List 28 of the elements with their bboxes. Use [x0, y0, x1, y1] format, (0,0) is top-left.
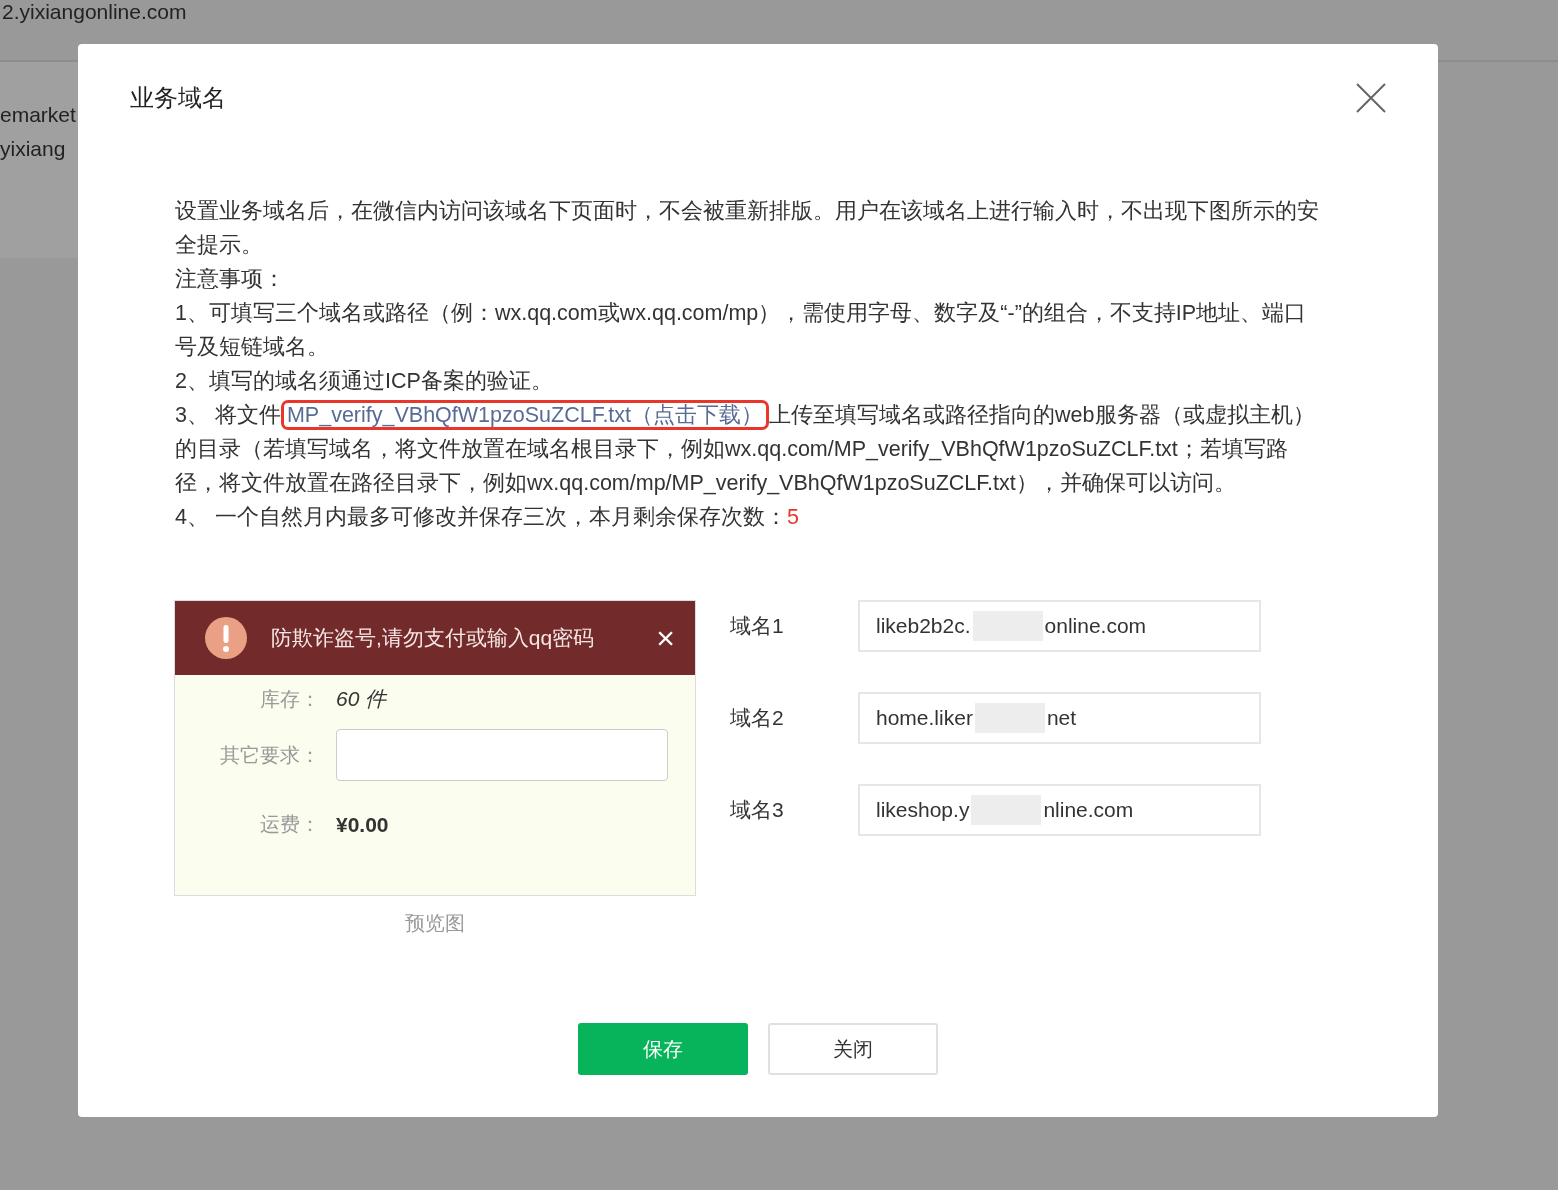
warning-icon	[205, 617, 247, 659]
dialog-title: 业务域名	[130, 83, 226, 113]
domain-label: 域名2	[730, 705, 785, 731]
close-icon: ×	[656, 619, 675, 657]
domain-input[interactable]: home.liker net	[858, 692, 1261, 744]
close-icon[interactable]	[1356, 83, 1386, 113]
field-label: 运费：	[259, 812, 320, 837]
page-url-text: 2.yixiangonline.com	[2, 0, 187, 24]
note-text: 2、填写的域名须通过ICP备案的验证。	[175, 368, 554, 395]
shipping-value: ¥0.00	[336, 812, 389, 837]
preview-caption: 预览图	[405, 911, 465, 936]
intro-text: 设置业务域名后，在微信内访问该域名下页面时，不会被重新排版。用户在该域名上进行输入时，不出现下图所示的安全提示。	[175, 198, 1320, 259]
download-link[interactable]: MP_verify_VBhQfW1pzoSuZCLF.txt（点击下载）	[280, 400, 770, 430]
note-text: 1、可填写三个域名或路径（例：wx.qq.com或wx.qq.com/mp），需使用字母、数字及“-”的组合，不支持IP地址、端口号及短链域名。	[175, 300, 1308, 361]
domain-input[interactable]: likeb2b2c. online.com	[858, 600, 1261, 652]
notes-heading: 注意事项：	[175, 266, 286, 293]
note-text: 4、 一个自然月内最多可修改并保存三次，本月剩余保存次数：5	[175, 504, 800, 531]
warning-text: 防欺诈盗号,请勿支付或输入qq密码	[271, 625, 596, 651]
field-label: 库存：	[259, 686, 320, 712]
domain-label: 域名1	[730, 613, 785, 639]
field-label: 其它要求：	[219, 742, 320, 768]
page-text: emarket	[0, 102, 77, 128]
close-button[interactable]: 关闭	[768, 1023, 938, 1075]
stock-value: 60 件	[336, 686, 387, 712]
domain-label: 域名3	[730, 797, 785, 823]
page-text: yixiang	[0, 136, 67, 162]
note-text: 3、 将文件 MP_verify_VBhQfW1pzoSuZCLF.txt（点击下载） 上传至填写域名或路径指向的web服务器（或虚拟主机）的目录（若填写域名，将文件放置在域名根目录下，例如wx.qq.com/MP_verify_VBhQfW1pzoSuZCLF.txt；若填写路径，将文件放置在路径目录下，例如wx.qq.com/mp/MP_verify_VBhQfW1pzoSuZCLF.txt），并确保可以访问。	[175, 398, 1326, 500]
domain-input[interactable]: likeshop.y nline.com	[858, 784, 1261, 836]
